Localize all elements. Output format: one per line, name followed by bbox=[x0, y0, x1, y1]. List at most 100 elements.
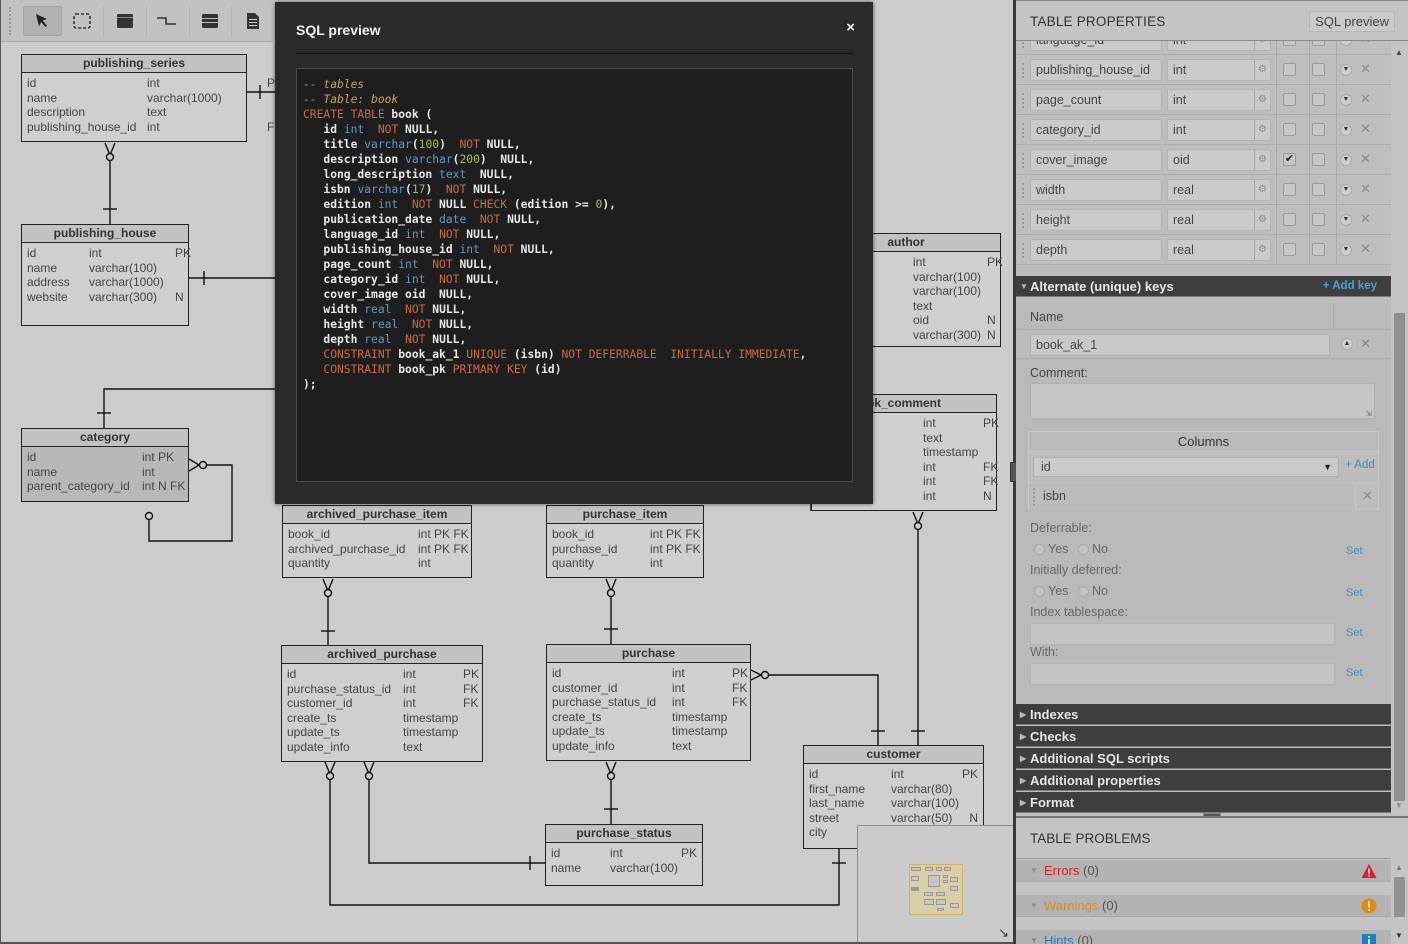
column-name-input[interactable]: category_id bbox=[1030, 119, 1162, 141]
column-type-input[interactable]: real ⚙ bbox=[1167, 209, 1271, 231]
table-column-row[interactable]: quantity int bbox=[552, 556, 698, 571]
close-icon[interactable]: × bbox=[846, 19, 855, 36]
table-publishing-series[interactable]: publishing_seriesidintPKnamevarchar(1000… bbox=[21, 54, 283, 142]
table-column-row[interactable]: publishing_house_idintFK bbox=[27, 120, 282, 135]
deferrable-no-radio[interactable]: No bbox=[1078, 542, 1108, 556]
table-column-row[interactable]: first_name varchar(80) bbox=[809, 782, 978, 797]
expand-icon[interactable]: ▼ bbox=[1340, 64, 1352, 76]
column-name-input[interactable]: width bbox=[1030, 179, 1162, 201]
add-table-tool-button[interactable] bbox=[105, 6, 144, 36]
nullable-checkbox[interactable] bbox=[1283, 213, 1296, 226]
column-type-input[interactable]: int⚙ bbox=[1167, 59, 1271, 81]
table-archived-purchase-item[interactable]: archived_purchase_item book_id int PK FK ar… bbox=[282, 505, 472, 578]
gear-icon[interactable]: ⚙ bbox=[1254, 120, 1270, 140]
gear-icon[interactable]: ⚙ bbox=[1254, 210, 1270, 230]
table-column-row[interactable]: description text bbox=[27, 105, 241, 120]
delete-column-icon[interactable]: ✕ bbox=[1360, 151, 1371, 167]
section-checks[interactable]: ▶ Checks bbox=[1016, 726, 1391, 747]
table-column-row[interactable]: street varchar(50) N bbox=[809, 811, 978, 826]
table-column-row[interactable]: id int PK bbox=[552, 666, 748, 681]
expand-icon[interactable]: ▼ bbox=[1340, 41, 1352, 46]
gear-icon[interactable]: ⚙ bbox=[1254, 150, 1270, 170]
key-name-input[interactable]: book_ak_1 bbox=[1030, 334, 1330, 356]
properties-scrollbar[interactable]: ▲ ▼ bbox=[1391, 41, 1408, 814]
nullable-checkbox[interactable] bbox=[1283, 243, 1296, 256]
nullable-checkbox[interactable] bbox=[1283, 93, 1296, 106]
table-column-row[interactable]: purchase_status_id int FK bbox=[552, 695, 747, 710]
table-column-row[interactable]: parent_category_id int N FK bbox=[27, 479, 185, 494]
drag-handle-icon[interactable] bbox=[1022, 213, 1026, 228]
table-purchase-status[interactable]: purchase_status id int PK name varchar(100) bbox=[545, 824, 703, 886]
with-input[interactable] bbox=[1030, 663, 1335, 685]
gear-icon[interactable]: ⚙ bbox=[1254, 240, 1270, 260]
deferrable-set-link[interactable]: Set bbox=[1346, 545, 1363, 557]
add-note-tool-button[interactable] bbox=[233, 6, 272, 36]
remove-column-icon[interactable]: ✕ bbox=[1355, 482, 1379, 510]
table-column-row[interactable]: update_ts timestamp bbox=[287, 725, 477, 740]
column-name-input[interactable]: cover_image bbox=[1030, 149, 1162, 171]
column-name-input[interactable]: depth bbox=[1030, 239, 1162, 261]
table-column-row[interactable]: id int PK bbox=[27, 450, 183, 465]
resize-handle-icon[interactable]: ⇲ bbox=[1365, 409, 1372, 418]
diagram-canvas[interactable]: publishing_seriesidintPKnamevarchar(1000… bbox=[0, 0, 1013, 944]
delete-column-icon[interactable]: ✕ bbox=[1360, 181, 1371, 197]
add-view-tool-button[interactable] bbox=[191, 6, 230, 36]
unique-checkbox[interactable] bbox=[1312, 183, 1325, 196]
gear-icon[interactable]: ⚙ bbox=[1254, 180, 1270, 200]
table-column-row[interactable]: quantity int bbox=[288, 556, 466, 571]
add-reference-tool-button[interactable] bbox=[148, 6, 187, 36]
table-column-row[interactable]: book_id int PK FK bbox=[552, 527, 701, 542]
section-additional-sql-scripts[interactable]: ▶ Additional SQL scripts bbox=[1016, 748, 1391, 769]
scroll-up-icon[interactable]: ▲ bbox=[1395, 863, 1403, 872]
initially-deferred-yes-radio[interactable]: Yes bbox=[1034, 584, 1068, 598]
table-column-row[interactable]: purchase_id int PK FK bbox=[552, 542, 701, 557]
column-name-input[interactable]: publishing_house_id bbox=[1030, 59, 1162, 81]
with-set-link[interactable]: Set bbox=[1346, 667, 1363, 679]
section-format[interactable]: ▶ Format bbox=[1016, 792, 1391, 813]
delete-column-icon[interactable]: ✕ bbox=[1360, 61, 1371, 77]
problem-group-warnings[interactable]: ▼ Warnings (0) bbox=[1016, 895, 1391, 917]
delete-column-icon[interactable]: ✕ bbox=[1360, 121, 1371, 137]
section-additional-properties[interactable]: ▶ Additional properties bbox=[1016, 770, 1391, 791]
delete-column-icon[interactable]: ✕ bbox=[1360, 211, 1371, 227]
select-tool-button[interactable] bbox=[22, 5, 62, 36]
unique-checkbox[interactable] bbox=[1312, 213, 1325, 226]
table-column-row[interactable]: website varchar(300) N bbox=[27, 290, 184, 305]
delete-column-icon[interactable]: ✕ bbox=[1360, 241, 1371, 257]
table-column-row[interactable]: name varchar(100) bbox=[27, 261, 183, 276]
delete-column-icon[interactable]: ✕ bbox=[1360, 41, 1371, 47]
delete-column-icon[interactable]: ✕ bbox=[1360, 91, 1371, 107]
scroll-down-icon[interactable]: ▼ bbox=[1395, 931, 1403, 940]
expand-icon[interactable]: ▼ bbox=[1340, 184, 1352, 196]
scrollbar-thumb[interactable] bbox=[1394, 877, 1405, 917]
table-column-row[interactable]: address varchar(1000) bbox=[27, 275, 183, 290]
toolbar-grip[interactable] bbox=[9, 6, 13, 35]
table-column-row[interactable]: id int PK bbox=[809, 767, 978, 782]
expand-icon[interactable]: ▼ bbox=[1340, 244, 1352, 256]
problem-group-errors[interactable]: ▼ Errors (0) bbox=[1016, 860, 1391, 882]
table-column-row[interactable]: update_ts timestamp bbox=[552, 724, 745, 739]
table-column-row[interactable]: id int PK bbox=[551, 846, 697, 861]
table-column-row[interactable]: create_ts timestamp bbox=[552, 710, 745, 725]
drag-handle-icon[interactable] bbox=[1033, 488, 1037, 506]
add-key-link[interactable]: + Add key bbox=[1323, 276, 1377, 297]
initially-deferred-set-link[interactable]: Set bbox=[1346, 587, 1363, 599]
sql-code-block[interactable]: -- tables -- Table: book CREATE TABLE book… bbox=[296, 68, 853, 482]
table-column-row[interactable]: create_ts timestamp bbox=[287, 711, 477, 726]
key-column-item[interactable]: isbn bbox=[1029, 482, 1355, 510]
minimap-viewport[interactable] bbox=[909, 864, 963, 915]
drag-handle-icon[interactable] bbox=[1022, 183, 1026, 198]
section-alternate-keys[interactable]: ▼ Alternate (unique) keys + Add key bbox=[1016, 276, 1391, 297]
drag-handle-icon[interactable] bbox=[1022, 41, 1026, 48]
drag-handle-icon[interactable] bbox=[1022, 123, 1026, 138]
table-column-row[interactable]: name varchar(100) bbox=[551, 861, 697, 876]
table-column-row[interactable]: customer_id int FK bbox=[287, 696, 478, 711]
sql-preview-button[interactable]: SQL preview bbox=[1309, 11, 1395, 32]
section-indexes[interactable]: ▶ Indexes bbox=[1016, 704, 1391, 725]
deferrable-yes-radio[interactable]: Yes bbox=[1034, 542, 1068, 556]
column-type-input[interactable]: oid ⚙ bbox=[1167, 149, 1271, 171]
gear-icon[interactable]: ⚙ bbox=[1254, 90, 1270, 110]
comment-textarea[interactable]: ⇲ bbox=[1030, 383, 1375, 419]
unique-checkbox[interactable] bbox=[1312, 41, 1325, 46]
drag-handle-icon[interactable] bbox=[1022, 93, 1026, 108]
